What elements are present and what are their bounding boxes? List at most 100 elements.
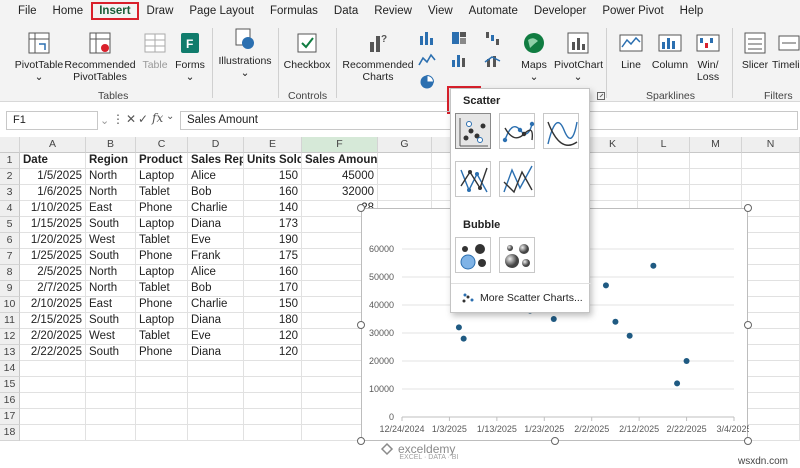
table-cell[interactable]: South bbox=[86, 313, 136, 329]
table-cell[interactable]: 160 bbox=[244, 185, 302, 201]
empty-cell[interactable] bbox=[742, 409, 800, 425]
menu-view[interactable]: View bbox=[420, 2, 461, 20]
empty-cell[interactable] bbox=[86, 393, 136, 409]
scatter-straight-lines-option[interactable] bbox=[499, 161, 535, 197]
table-cell[interactable]: Diana bbox=[188, 217, 244, 233]
table-cell[interactable]: 1/20/2025 bbox=[20, 233, 86, 249]
sparkline-column-button[interactable]: Column bbox=[650, 30, 690, 71]
table-header-cell[interactable]: Region bbox=[86, 153, 136, 169]
table-cell[interactable]: Frank bbox=[188, 249, 244, 265]
table-cell[interactable]: Bob bbox=[188, 185, 244, 201]
empty-cell[interactable] bbox=[742, 281, 800, 297]
enter-icon[interactable]: ✓ bbox=[138, 112, 148, 126]
resize-handle[interactable] bbox=[357, 437, 365, 445]
empty-cell[interactable] bbox=[742, 265, 800, 281]
empty-cell[interactable] bbox=[588, 169, 638, 185]
table-cell[interactable]: Phone bbox=[136, 201, 188, 217]
resize-handle[interactable] bbox=[744, 321, 752, 329]
table-cell[interactable]: Tablet bbox=[136, 281, 188, 297]
empty-cell[interactable] bbox=[136, 361, 188, 377]
empty-cell[interactable] bbox=[20, 393, 86, 409]
column-header[interactable]: D bbox=[188, 137, 244, 153]
menu-page-layout[interactable]: Page Layout bbox=[181, 2, 262, 20]
table-cell[interactable]: Eve bbox=[188, 329, 244, 345]
column-header[interactable]: E bbox=[244, 137, 302, 153]
table-cell[interactable]: North bbox=[86, 281, 136, 297]
empty-cell[interactable] bbox=[86, 409, 136, 425]
empty-cell[interactable] bbox=[188, 377, 244, 393]
empty-cell[interactable] bbox=[244, 361, 302, 377]
empty-cell[interactable] bbox=[588, 153, 638, 169]
column-header[interactable]: A bbox=[20, 137, 86, 153]
table-cell[interactable]: 180 bbox=[244, 313, 302, 329]
sparkline-winloss-button[interactable]: Win/ Loss bbox=[692, 30, 724, 83]
table-cell[interactable]: North bbox=[86, 169, 136, 185]
table-cell[interactable]: Laptop bbox=[136, 265, 188, 281]
column-header[interactable]: F bbox=[302, 137, 378, 153]
name-box[interactable]: F1 bbox=[6, 111, 98, 130]
menu-home[interactable]: Home bbox=[45, 2, 92, 20]
empty-cell[interactable] bbox=[690, 153, 742, 169]
table-cell[interactable]: 160 bbox=[244, 265, 302, 281]
resize-handle[interactable] bbox=[744, 204, 752, 212]
empty-cell[interactable] bbox=[690, 185, 742, 201]
row-header[interactable]: 4 bbox=[0, 201, 20, 217]
empty-cell[interactable] bbox=[188, 425, 244, 441]
empty-cell[interactable] bbox=[188, 361, 244, 377]
menu-file[interactable]: File bbox=[10, 2, 45, 20]
empty-cell[interactable] bbox=[742, 217, 800, 233]
table-cell[interactable]: 173 bbox=[244, 217, 302, 233]
pivotchart-button[interactable]: PivotChart ⌄ bbox=[554, 30, 603, 83]
table-header-cell[interactable]: Date bbox=[20, 153, 86, 169]
waterfall-chart-icon[interactable] bbox=[484, 30, 502, 46]
table-cell[interactable]: 45000 bbox=[302, 169, 378, 185]
empty-cell[interactable] bbox=[742, 153, 800, 169]
table-cell[interactable]: Alice bbox=[188, 169, 244, 185]
table-header-cell[interactable]: Units Sold bbox=[244, 153, 302, 169]
table-cell[interactable]: Tablet bbox=[136, 329, 188, 345]
scatter-markers-option[interactable] bbox=[455, 113, 491, 149]
empty-cell[interactable] bbox=[188, 409, 244, 425]
column-header[interactable]: C bbox=[136, 137, 188, 153]
menu-automate[interactable]: Automate bbox=[461, 2, 526, 20]
empty-cell[interactable] bbox=[244, 409, 302, 425]
empty-cell[interactable] bbox=[742, 361, 800, 377]
table-cell[interactable]: South bbox=[86, 345, 136, 361]
table-cell[interactable]: 1/15/2025 bbox=[20, 217, 86, 233]
table-cell[interactable]: Phone bbox=[136, 345, 188, 361]
maps-button[interactable]: Maps ⌄ bbox=[514, 30, 554, 83]
scatter-straight-lines-markers-option[interactable] bbox=[455, 161, 491, 197]
empty-cell[interactable] bbox=[690, 169, 742, 185]
menu-power-pivot[interactable]: Power Pivot bbox=[594, 2, 671, 20]
empty-cell[interactable] bbox=[742, 393, 800, 409]
row-header[interactable]: 18 bbox=[0, 425, 20, 441]
illustrations-button[interactable]: Illustrations ⌄ bbox=[214, 26, 276, 79]
empty-cell[interactable] bbox=[638, 185, 690, 201]
row-header[interactable]: 6 bbox=[0, 233, 20, 249]
row-header[interactable]: 14 bbox=[0, 361, 20, 377]
select-all-corner[interactable] bbox=[0, 137, 20, 153]
table-cell[interactable]: Diana bbox=[188, 313, 244, 329]
recommended-charts-button[interactable]: ? Recommended Charts bbox=[342, 30, 414, 83]
table-cell[interactable]: Diana bbox=[188, 345, 244, 361]
table-cell[interactable]: Laptop bbox=[136, 313, 188, 329]
empty-cell[interactable] bbox=[742, 329, 800, 345]
scatter-smooth-lines-markers-option[interactable] bbox=[499, 113, 535, 149]
menu-help[interactable]: Help bbox=[672, 2, 712, 20]
table-cell[interactable]: 1/5/2025 bbox=[20, 169, 86, 185]
table-cell[interactable]: 2/7/2025 bbox=[20, 281, 86, 297]
table-cell[interactable]: 190 bbox=[244, 233, 302, 249]
empty-cell[interactable] bbox=[244, 393, 302, 409]
empty-cell[interactable] bbox=[378, 169, 432, 185]
empty-cell[interactable] bbox=[244, 377, 302, 393]
empty-cell[interactable] bbox=[188, 393, 244, 409]
empty-cell[interactable] bbox=[378, 185, 432, 201]
table-cell[interactable]: 120 bbox=[244, 329, 302, 345]
empty-cell[interactable] bbox=[742, 377, 800, 393]
table-cell[interactable]: 2/20/2025 bbox=[20, 329, 86, 345]
table-cell[interactable]: 1/6/2025 bbox=[20, 185, 86, 201]
row-header[interactable]: 11 bbox=[0, 313, 20, 329]
empty-cell[interactable] bbox=[742, 185, 800, 201]
statistic-chart-icon[interactable] bbox=[450, 52, 468, 68]
row-header[interactable]: 1 bbox=[0, 153, 20, 169]
